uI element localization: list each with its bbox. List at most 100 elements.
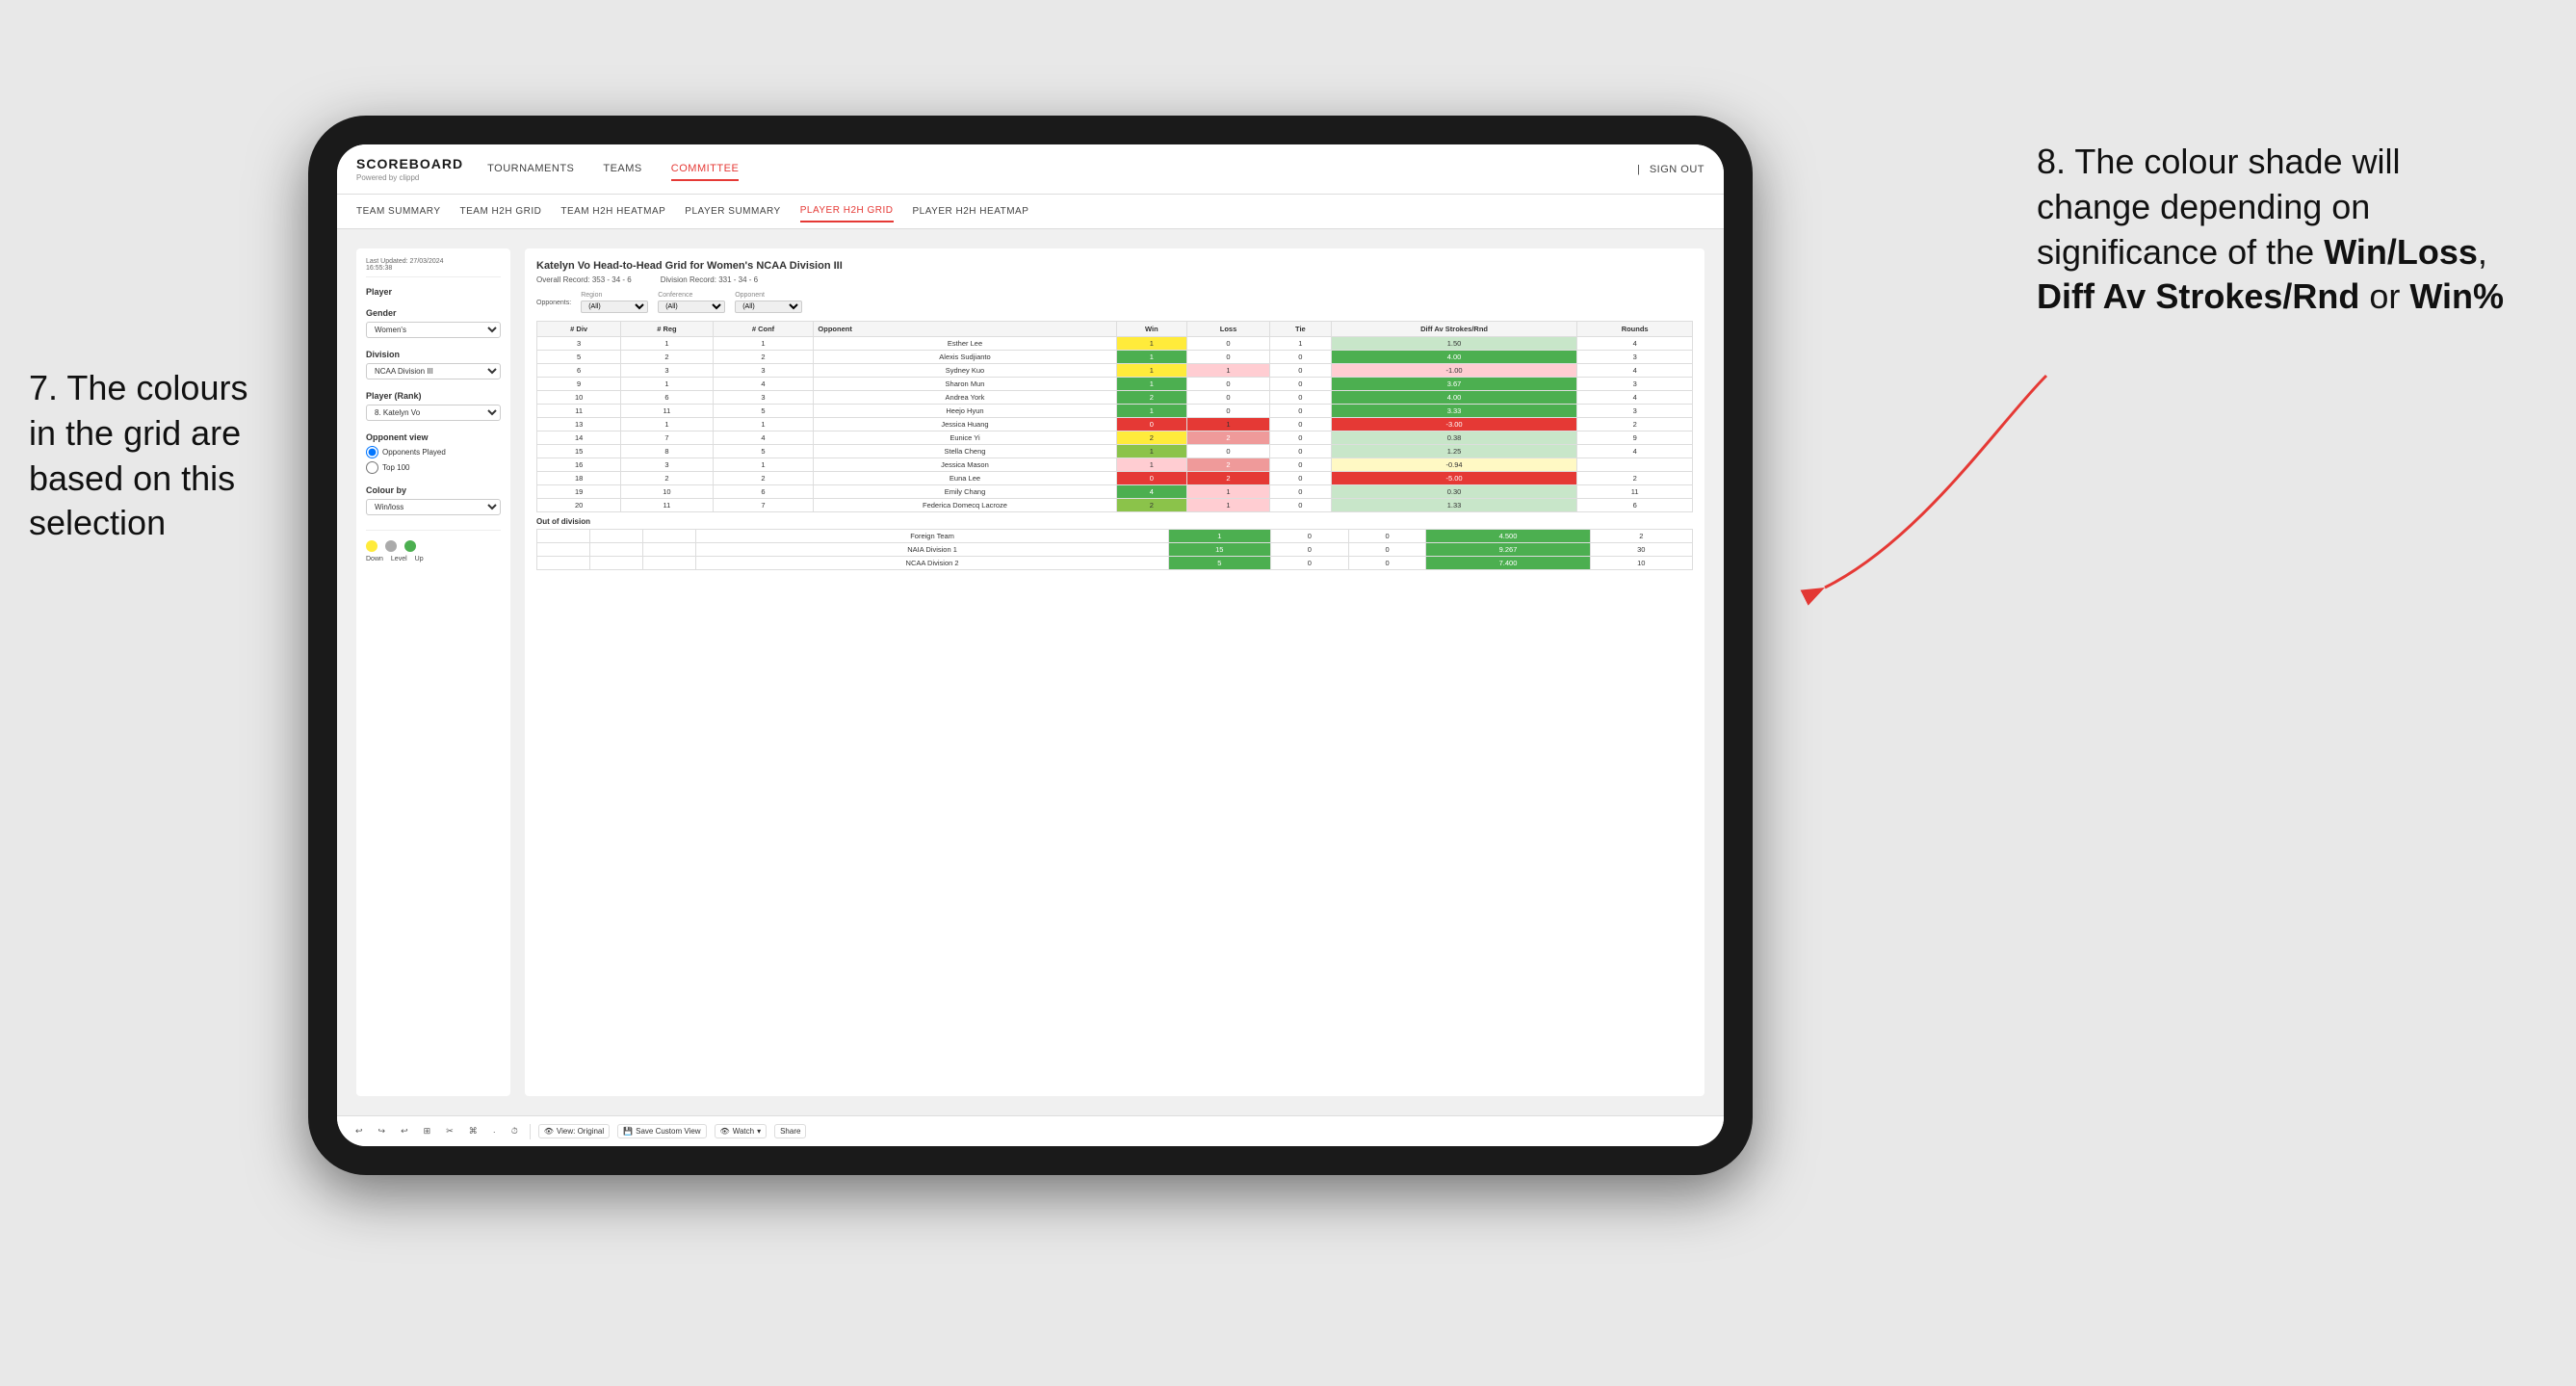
nav-committee[interactable]: COMMITTEE bbox=[671, 158, 740, 181]
gender-select[interactable]: Women's bbox=[366, 322, 501, 338]
cell-reg: 7 bbox=[621, 431, 713, 445]
sign-out-link[interactable]: Sign out bbox=[1650, 159, 1704, 180]
cell-div: 6 bbox=[537, 364, 621, 378]
filter-conference-group: Conference (All) bbox=[658, 292, 725, 313]
cell-diff: 1.33 bbox=[1331, 499, 1577, 512]
player-rank-select[interactable]: 8. Katelyn Vo bbox=[366, 405, 501, 421]
cell-tie: 0 bbox=[1269, 351, 1331, 364]
cell-win: 4 bbox=[1116, 485, 1187, 499]
cell-loss: 0 bbox=[1187, 337, 1270, 351]
col-reg: # Reg bbox=[621, 322, 713, 337]
cell-opponent: Sydney Kuo bbox=[814, 364, 1116, 378]
toolbar-share[interactable]: Share bbox=[774, 1124, 806, 1138]
cell-opponent: Jessica Huang bbox=[814, 418, 1116, 431]
subnav-player-h2h-heatmap[interactable]: PLAYER H2H HEATMAP bbox=[913, 201, 1029, 222]
toolbar: ↩ ↪ ↩ ⊞ ✂ ⌘ · ⏱ 👁 View: Original 💾 Save … bbox=[337, 1115, 1724, 1146]
player-rank-label: Player (Rank) bbox=[366, 391, 501, 401]
cell-label: Foreign Team bbox=[696, 530, 1168, 543]
cell-win: 2 bbox=[1116, 391, 1187, 405]
cell-loss: 0 bbox=[1270, 530, 1348, 543]
toolbar-cut[interactable]: ✂ bbox=[442, 1124, 457, 1138]
cell-reg: 3 bbox=[621, 364, 713, 378]
table-row: 14 7 4 Eunice Yi 2 2 0 0.38 9 bbox=[537, 431, 1693, 445]
sub-nav: TEAM SUMMARY TEAM H2H GRID TEAM H2H HEAT… bbox=[337, 195, 1724, 229]
tablet-frame: SCOREBOARD Powered by clippd TOURNAMENTS… bbox=[308, 116, 1753, 1175]
cell-conf: 1 bbox=[713, 337, 814, 351]
col-conf: # Conf bbox=[713, 322, 814, 337]
cell-reg: 2 bbox=[621, 472, 713, 485]
cell-tie: 0 bbox=[1348, 530, 1426, 543]
filter-opponent-select[interactable]: (All) bbox=[735, 301, 802, 313]
subnav-player-h2h-grid[interactable]: PLAYER H2H GRID bbox=[800, 200, 894, 222]
cell-reg: 10 bbox=[621, 485, 713, 499]
nav-teams[interactable]: TEAMS bbox=[603, 158, 641, 181]
toolbar-save-custom[interactable]: 💾 Save Custom View bbox=[617, 1124, 706, 1138]
toolbar-timer[interactable]: ⏱ bbox=[507, 1124, 522, 1138]
cell-reg bbox=[590, 530, 643, 543]
toolbar-undo2[interactable]: ↩ bbox=[397, 1124, 412, 1138]
left-panel: Last Updated: 27/03/2024 16:55:38 Player… bbox=[356, 248, 510, 1096]
cell-conf: 7 bbox=[713, 499, 814, 512]
division-section: Division NCAA Division III bbox=[366, 350, 501, 379]
col-rounds: Rounds bbox=[1577, 322, 1693, 337]
nav-tournaments[interactable]: TOURNAMENTS bbox=[487, 158, 574, 181]
cell-tie: 0 bbox=[1348, 543, 1426, 557]
cell-win: 1 bbox=[1116, 351, 1187, 364]
cell-conf bbox=[643, 530, 696, 543]
table-row: 10 6 3 Andrea York 2 0 0 4.00 4 bbox=[537, 391, 1693, 405]
cell-win: 0 bbox=[1116, 418, 1187, 431]
cell-conf: 4 bbox=[713, 431, 814, 445]
tablet-screen: SCOREBOARD Powered by clippd TOURNAMENTS… bbox=[337, 144, 1724, 1146]
cell-diff: 0.38 bbox=[1331, 431, 1577, 445]
legend-dot-down bbox=[366, 540, 377, 552]
cell-div: 14 bbox=[537, 431, 621, 445]
grid-record: Overall Record: 353 - 34 - 6 Division Re… bbox=[536, 275, 1693, 284]
filter-region-select[interactable]: (All) bbox=[581, 301, 648, 313]
division-select[interactable]: NCAA Division III bbox=[366, 363, 501, 379]
toolbar-watch[interactable]: 👁 Watch ▾ bbox=[715, 1124, 768, 1138]
cell-win: 0 bbox=[1116, 472, 1187, 485]
colour-by-section: Colour by Win/loss bbox=[366, 485, 501, 515]
cell-loss: 0 bbox=[1270, 557, 1348, 570]
cell-loss: 0 bbox=[1187, 391, 1270, 405]
col-loss: Loss bbox=[1187, 322, 1270, 337]
cell-div bbox=[537, 530, 590, 543]
table-row: 3 1 1 Esther Lee 1 0 1 1.50 4 bbox=[537, 337, 1693, 351]
cell-tie: 0 bbox=[1269, 378, 1331, 391]
cell-win: 1 bbox=[1116, 364, 1187, 378]
annotation-left: 7. The colours in the grid are based on … bbox=[29, 366, 279, 546]
cell-reg bbox=[590, 543, 643, 557]
cell-rounds: 2 bbox=[1577, 418, 1693, 431]
radio-top100[interactable]: Top 100 bbox=[366, 461, 501, 474]
toolbar-cmd[interactable]: ⌘ bbox=[465, 1124, 481, 1138]
cell-div: 15 bbox=[537, 445, 621, 458]
division-label: Division bbox=[366, 350, 501, 359]
cell-tie: 0 bbox=[1269, 485, 1331, 499]
subnav-team-summary[interactable]: TEAM SUMMARY bbox=[356, 201, 441, 222]
subnav-player-summary[interactable]: PLAYER SUMMARY bbox=[685, 201, 780, 222]
gender-label: Gender bbox=[366, 308, 501, 318]
cell-div bbox=[537, 543, 590, 557]
cell-win: 15 bbox=[1168, 543, 1270, 557]
out-of-division-table: Foreign Team 1 0 0 4.500 2 NAIA Division… bbox=[536, 529, 1693, 570]
subnav-team-h2h-grid[interactable]: TEAM H2H GRID bbox=[460, 201, 542, 222]
toolbar-view-original[interactable]: 👁 View: Original bbox=[538, 1124, 610, 1138]
cell-diff: -5.00 bbox=[1331, 472, 1577, 485]
division-record: Division Record: 331 - 34 - 6 bbox=[661, 275, 758, 284]
toolbar-dot[interactable]: · bbox=[489, 1125, 500, 1138]
cell-reg: 6 bbox=[621, 391, 713, 405]
grid-panel: Katelyn Vo Head-to-Head Grid for Women's… bbox=[525, 248, 1704, 1096]
nav-separator: | bbox=[1637, 164, 1640, 175]
legend-dot-up bbox=[404, 540, 416, 552]
table-row: 15 8 5 Stella Cheng 1 0 0 1.25 4 bbox=[537, 445, 1693, 458]
subnav-team-h2h-heatmap[interactable]: TEAM H2H HEATMAP bbox=[560, 201, 665, 222]
toolbar-grid[interactable]: ⊞ bbox=[420, 1124, 435, 1138]
colour-by-select[interactable]: Win/loss bbox=[366, 499, 501, 515]
toolbar-undo[interactable]: ↩ bbox=[351, 1124, 367, 1138]
filter-conference-select[interactable]: (All) bbox=[658, 301, 725, 313]
cell-rounds: 4 bbox=[1577, 364, 1693, 378]
cell-opponent: Eunice Yi bbox=[814, 431, 1116, 445]
cell-div bbox=[537, 557, 590, 570]
radio-opponents-played[interactable]: Opponents Played bbox=[366, 446, 501, 458]
toolbar-redo[interactable]: ↪ bbox=[375, 1124, 390, 1138]
